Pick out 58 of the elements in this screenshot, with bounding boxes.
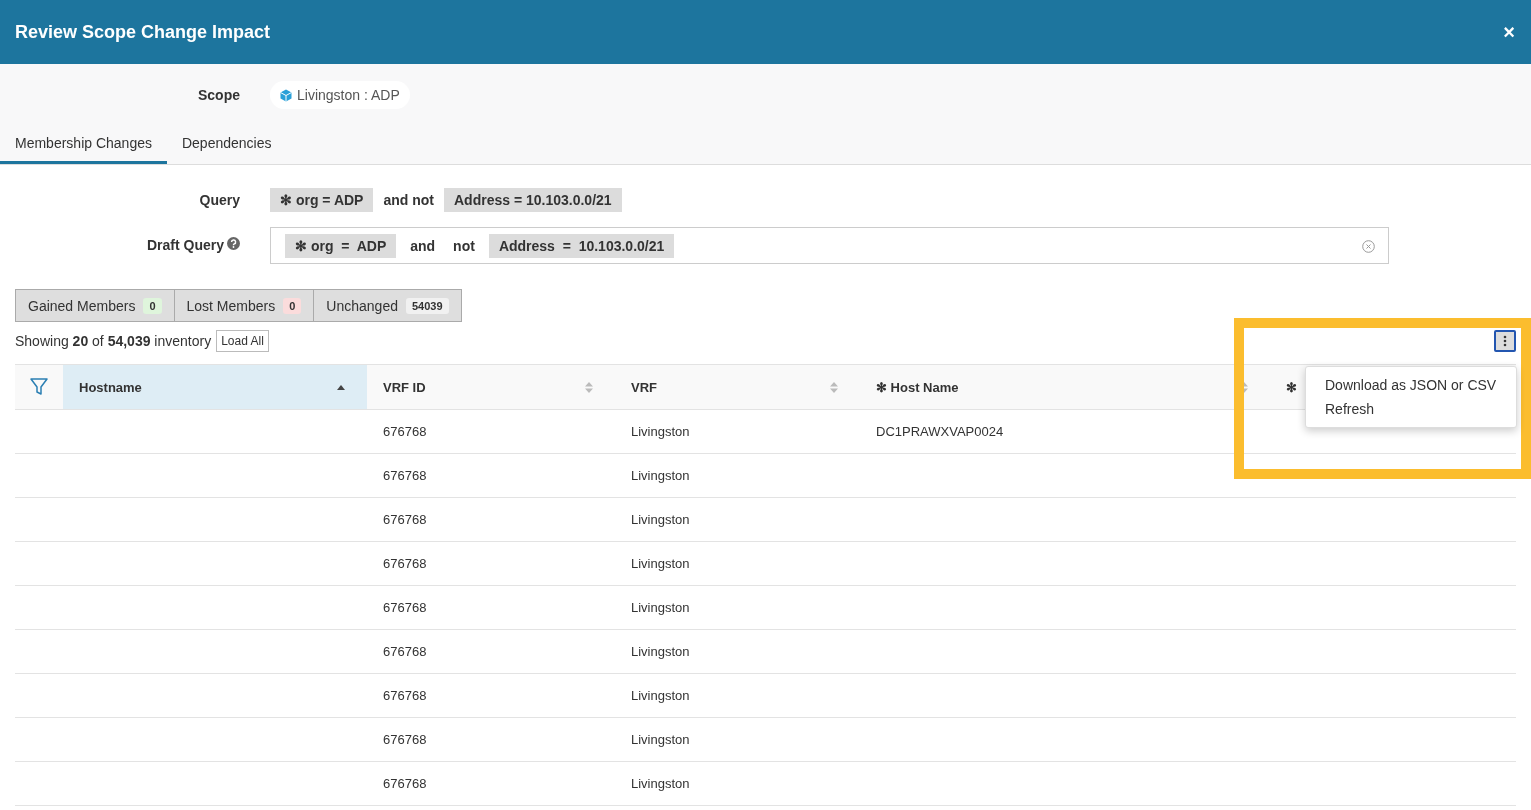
table-cell: Livingston: [631, 776, 690, 791]
table-cell: Livingston: [631, 556, 690, 571]
table-cell: Livingston: [631, 424, 690, 439]
more-options-button[interactable]: [1494, 330, 1516, 352]
query-operator: not: [452, 237, 476, 254]
filter-icon[interactable]: [29, 377, 49, 397]
member-filter-button[interactable]: Gained Members 0: [15, 289, 175, 322]
query-chip: ✻ org = ADP: [270, 188, 374, 212]
tab[interactable]: Dependencies: [166, 125, 287, 164]
menu-item[interactable]: Refresh: [1306, 397, 1516, 421]
close-button[interactable]: ×: [1499, 20, 1519, 44]
sort-ascending-icon: [337, 384, 345, 390]
table-cell: Livingston: [631, 512, 690, 527]
column-header[interactable]: VRF ID: [367, 365, 615, 409]
count-badge: 54039: [405, 297, 449, 314]
query-chip: ✻ org = ADP: [285, 233, 397, 258]
table-cell: Livingston: [631, 688, 690, 703]
help-icon[interactable]: [227, 237, 240, 250]
table-cell: 676768: [383, 512, 427, 527]
query-label: Query: [198, 192, 240, 208]
table-cell: 676768: [383, 776, 427, 791]
sort-icon: [585, 381, 593, 393]
table-cell: Livingston: [631, 732, 690, 747]
table-cell: 676768: [383, 688, 427, 703]
draft-query-field[interactable]: ✻ org = ADP and not Address = 10.103.0.0/21: [270, 227, 1389, 264]
window-title: Review Scope Change Impact: [15, 21, 271, 43]
table-cell: DC1PRAWXVAP0024: [876, 424, 1004, 439]
column-header[interactable]: Hostname: [63, 365, 367, 409]
menu-item[interactable]: Download as JSON or CSV: [1306, 373, 1516, 397]
table-cell: 676768: [383, 468, 427, 483]
table-cell: 676768: [383, 644, 427, 659]
table-cell: Livingston: [631, 468, 690, 483]
table-cell: Livingston: [631, 644, 690, 659]
kebab-icon: [1503, 335, 1507, 347]
member-filter-button[interactable]: Unchanged 54039: [314, 289, 462, 322]
column-header[interactable]: ✻ Host Name: [860, 365, 1270, 409]
table-cell: 676768: [383, 556, 427, 571]
count-badge: 0: [283, 297, 302, 314]
draft-query-label: Draft Query: [145, 236, 224, 253]
query-chip: Address = 10.103.0.0/21: [444, 188, 622, 212]
table-cell: 676768: [383, 424, 427, 439]
cube-icon: [280, 88, 292, 102]
load-all-button[interactable]: Load All: [216, 330, 269, 352]
tab[interactable]: Membership Changes: [0, 125, 167, 164]
scope-label: Scope: [197, 87, 240, 103]
table-cell: 676768: [383, 732, 427, 747]
sort-icon: [830, 381, 838, 393]
scope-chip: Livingston : ADP: [270, 81, 410, 109]
query-chip: Address = 10.103.0.0/21: [488, 233, 675, 258]
count-badge: 0: [143, 297, 162, 314]
member-filter-button[interactable]: Lost Members 0: [174, 289, 315, 322]
query-operator: and: [409, 237, 437, 254]
table-cell: 676768: [383, 600, 427, 615]
clear-icon[interactable]: [1362, 240, 1375, 253]
summary-text: Showing 20 of 54,039 inventory: [15, 333, 212, 349]
table-cell: Livingston: [631, 600, 690, 615]
query-operator: and not: [382, 192, 435, 208]
column-header[interactable]: VRF: [615, 365, 860, 409]
